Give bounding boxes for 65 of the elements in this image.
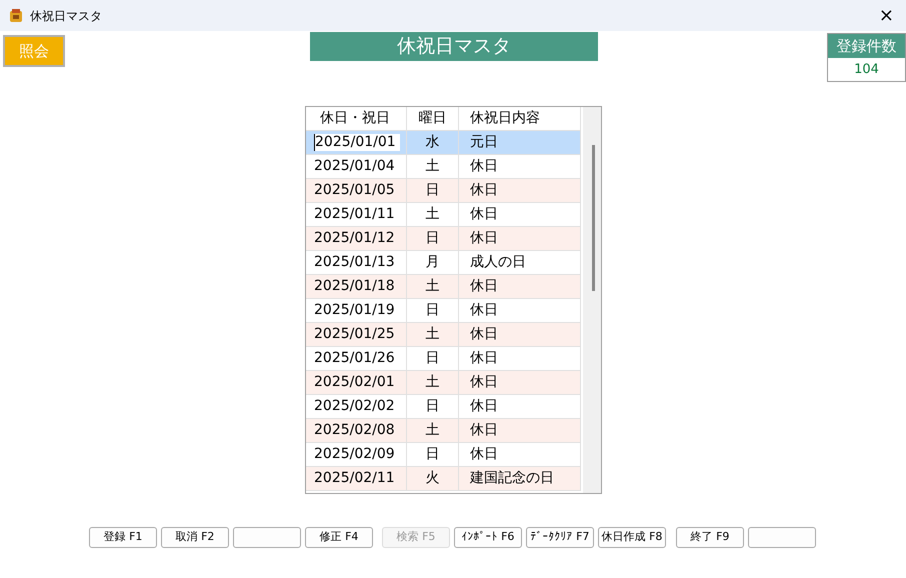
app-icon: [8, 8, 24, 24]
column-header: 休祝日内容: [459, 107, 581, 130]
table-cell: 月: [426, 254, 440, 270]
table-cell: 2025/01/04: [314, 158, 395, 174]
count-label: 登録件数: [828, 34, 905, 58]
table-cell: 火: [426, 470, 440, 486]
table-cell: 休日: [470, 206, 498, 222]
function-key-button[interactable]: 修正 F4: [305, 527, 373, 548]
table-cell: 日: [426, 350, 440, 366]
table-cell: 2025/02/09: [314, 446, 395, 462]
table-cell: 2025/01/26: [314, 350, 395, 366]
table-cell: 2025/01/11: [314, 206, 395, 222]
function-key-button[interactable]: ﾃﾞｰﾀｸﾘｱ F7: [526, 527, 594, 548]
table-cell: 2025/01/18: [314, 278, 395, 294]
table-cell: 日: [426, 302, 440, 318]
table-cell: 2025/02/02: [314, 398, 395, 414]
table-cell: 土: [426, 374, 440, 390]
table-cell: 休日: [470, 278, 498, 294]
table-cell: 2025/01/19: [314, 302, 395, 318]
column-header: 休日・祝日: [306, 107, 407, 130]
function-key-button[interactable]: 登録 F1: [89, 527, 157, 548]
table-cell: 休日: [470, 398, 498, 414]
table-cell: 土: [426, 326, 440, 342]
table-cell: 休日: [470, 230, 498, 246]
table-cell: 日: [426, 182, 440, 198]
table-cell: 土: [426, 278, 440, 294]
table-cell: 休日: [470, 158, 498, 174]
table-cell: 2025/01/13: [314, 254, 395, 270]
table-cell: 2025/02/08: [314, 422, 395, 438]
table-cell: 土: [426, 158, 440, 174]
table-cell: 土: [426, 422, 440, 438]
table-cell: 休日: [470, 446, 498, 462]
window-title: 休祝日マスタ: [30, 8, 102, 24]
date-edit-field[interactable]: 2025/01/01: [314, 134, 400, 151]
table-cell: 2025/01/05: [314, 182, 395, 198]
table-cell: 休日: [470, 326, 498, 342]
table-cell: 土: [426, 206, 440, 222]
table-cell: 成人の日: [470, 254, 526, 270]
table-cell: 2025/01/25: [314, 326, 395, 342]
function-key-button[interactable]: [233, 527, 301, 548]
table-cell: 休日: [470, 422, 498, 438]
table-cell: 日: [426, 230, 440, 246]
function-key-button[interactable]: 終了 F9: [676, 527, 744, 548]
table-cell: 休日: [470, 302, 498, 318]
table-cell: 2025/02/01: [314, 374, 395, 390]
close-button[interactable]: ×: [874, 6, 898, 24]
table-cell: 2025/01/12: [314, 230, 395, 246]
function-key-button[interactable]: 休日作成 F8: [598, 527, 666, 548]
table-cell: 水: [426, 134, 440, 150]
table-cell: 休日: [470, 374, 498, 390]
table-cell: 元日: [470, 134, 498, 150]
column-header: 曜日: [407, 107, 459, 130]
table-cell: 日: [426, 446, 440, 462]
table-cell: 建国記念の日: [470, 470, 554, 486]
table-cell: 休日: [470, 350, 498, 366]
function-key-button[interactable]: [748, 527, 816, 548]
table-cell: 日: [426, 398, 440, 414]
function-key-button[interactable]: 取消 F2: [161, 527, 229, 548]
scroll-thumb[interactable]: [592, 145, 595, 291]
screen-title: 休祝日マスタ: [310, 32, 598, 61]
scrollbar[interactable]: [583, 107, 601, 493]
table-cell: 休日: [470, 182, 498, 198]
function-key-button[interactable]: ｲﾝﾎﾟｰﾄ F6: [454, 527, 522, 548]
table-cell: 2025/02/11: [314, 470, 395, 486]
count-value: 104: [853, 61, 880, 79]
